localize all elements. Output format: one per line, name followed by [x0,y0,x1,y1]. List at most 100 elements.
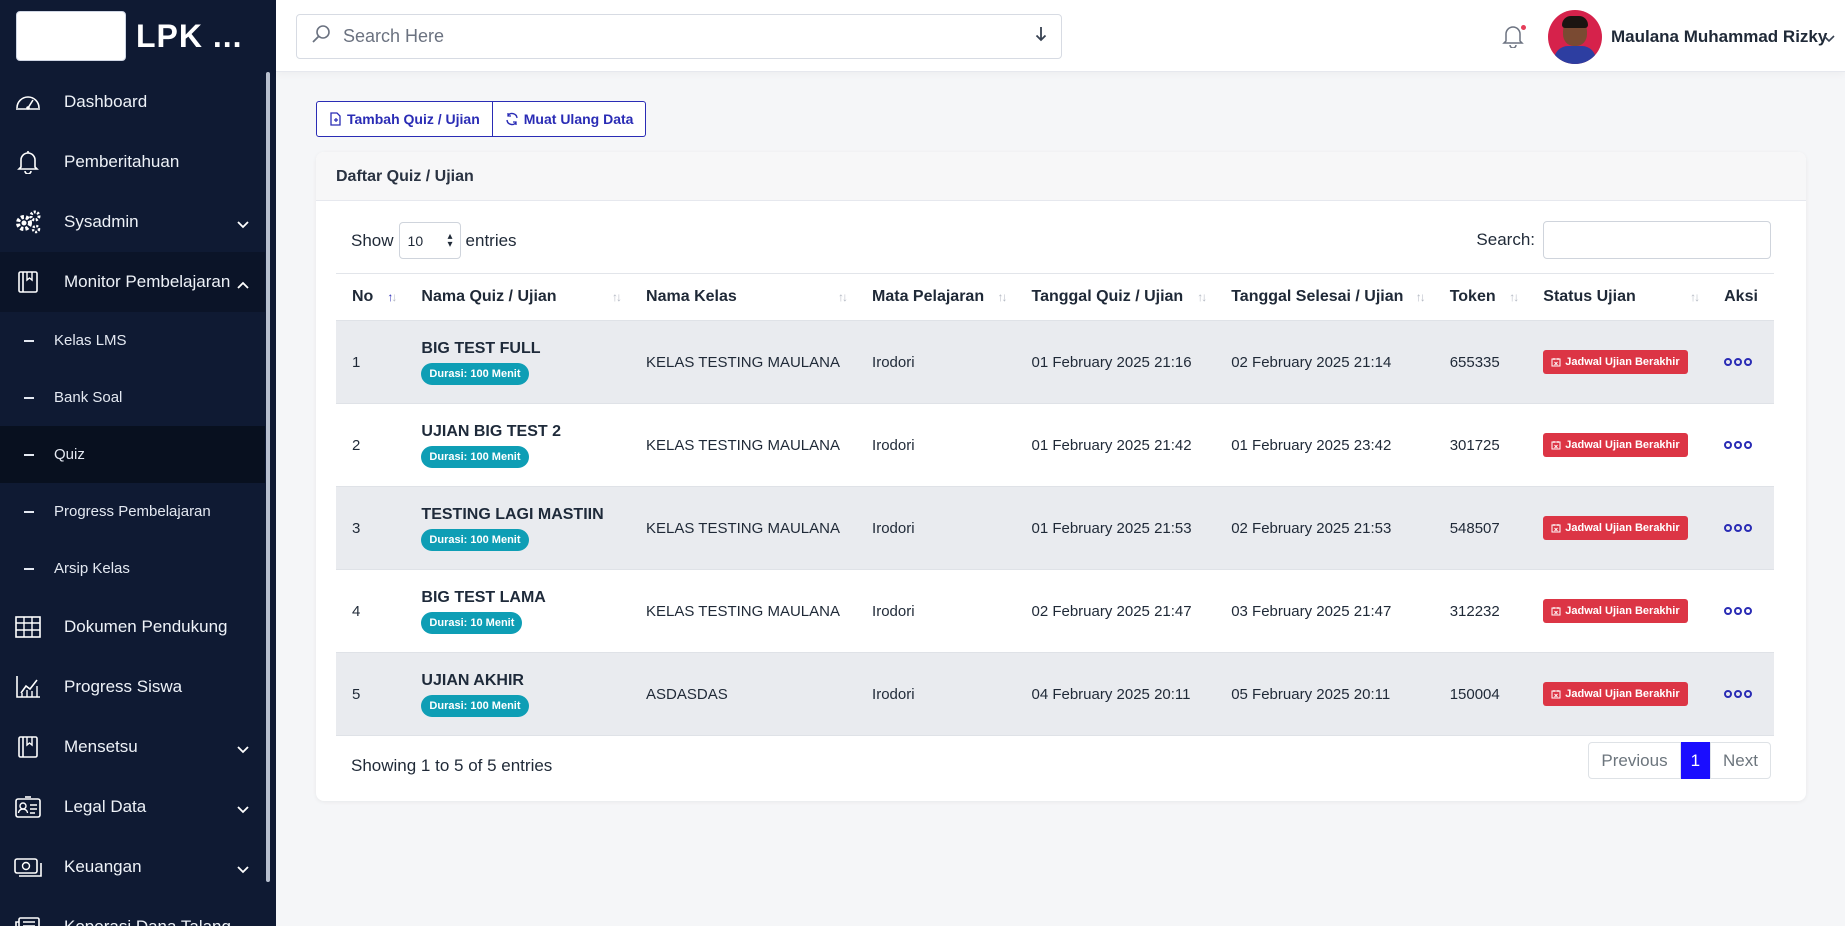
cell-kelas: KELAS TESTING MAULANA [646,353,840,371]
sidebar-item-pemberitahuan[interactable]: Pemberitahuan [0,132,265,192]
chevron-down-icon [237,214,249,234]
sidebar-subitem-arsip-kelas[interactable]: Arsip Kelas [0,540,265,597]
reload-data-button[interactable]: Muat Ulang Data [492,101,647,137]
cell-quiz: TESTING LAGI MASTIIN Durasi: 100 Menit [405,487,630,570]
more-actions-icon[interactable] [1724,358,1758,366]
table-search-input[interactable] [1543,221,1771,259]
sidebar-subitem-progress-pembelajaran[interactable]: Progress Pembelajaran [0,483,265,540]
cell-aksi [1708,653,1774,736]
quiz-name: UJIAN BIG TEST 2 [421,422,561,440]
cell-end: 05 February 2025 20:11 [1231,685,1391,703]
cell-no: 2 [352,436,361,454]
sidebar-subitem-quiz[interactable]: Quiz [0,426,265,483]
sidebar: LPK ... Dashboard Pemberitahuan Sysadmin… [0,0,276,926]
cell-mapel: Irodori [872,353,915,371]
table-row: 1 BIG TEST FULL Durasi: 100 Menit KELAS T… [336,320,1774,404]
quiz-name: UJIAN AKHIR [421,671,524,689]
cell-token: 150004 [1449,685,1500,703]
cell-end: 02 February 2025 21:14 [1231,353,1392,371]
entries-label: entries [465,230,517,250]
brand-logo [16,11,126,61]
sidebar-item-sysadmin[interactable]: Sysadmin [0,192,265,252]
cell-status: Jadwal Ujian Berakhir [1527,653,1708,736]
sidebar-item-legal-data[interactable]: Legal Data [0,777,265,837]
add-quiz-button[interactable]: Tambah Quiz / Ujian [316,101,493,137]
sidebar-scrollbar[interactable] [266,72,270,882]
column-header-mata-pelajaran[interactable]: Mata Pelajaran ↑↓ [856,274,1015,321]
sidebar-item-label: Sysadmin [64,212,139,231]
sidebar-subitem-bank-soal[interactable]: Bank Soal [0,369,265,426]
sidebar-subitem-label: Bank Soal [54,389,123,406]
calendar-x-icon [1551,607,1561,616]
book-icon [14,733,42,761]
sidebar-item-dashboard[interactable]: Dashboard [0,72,265,132]
sidebar-subitem-kelas-lms[interactable]: Kelas LMS [0,312,265,369]
cell-token: 655335 [1449,353,1500,371]
duration-badge: Durasi: 100 Menit [421,362,529,385]
sort-icon: ↑↓ [612,290,622,304]
column-header-no[interactable]: No ↑↓ [336,274,405,321]
status-badge: Jadwal Ujian Berakhir [1543,599,1688,623]
sidebar-item-label: Koperasi Dana Talang [64,917,231,926]
table-search: Search: [1476,221,1771,259]
refresh-icon [506,112,518,126]
book-icon [14,268,42,296]
calendar-x-icon [1551,441,1561,450]
sort-icon: ↑↓ [997,290,1007,304]
cell-kelas: KELAS TESTING MAULANA [646,602,840,620]
quiz-table: No ↑↓ Nama Quiz / Ujian ↑↓ Nama Kelas ↑↓ Ma… [336,273,1774,736]
column-header-status[interactable]: Status Ujian ↑↓ [1527,274,1708,321]
user-name[interactable]: Maulana Muhammad Rizky [1611,27,1827,47]
duration-badge: Durasi: 10 Menit [421,611,523,634]
gears-icon [14,208,42,236]
sidebar-item-label: Keuangan [64,857,142,876]
pagination-previous-button[interactable]: Previous [1588,742,1681,779]
avatar[interactable] [1548,10,1602,64]
sidebar-subitem-label: Kelas LMS [54,332,127,349]
cell-aksi [1708,487,1774,570]
more-actions-icon[interactable] [1724,441,1758,449]
sidebar-item-label: Progress Siswa [64,677,183,696]
notification-dot [1521,25,1526,30]
pagination-page-button[interactable]: 1 [1680,742,1711,779]
column-header-nama-quiz[interactable]: Nama Quiz / Ujian ↑↓ [405,274,630,321]
cell-kelas: KELAS TESTING MAULANA [646,436,840,454]
chevron-down-icon[interactable] [1823,30,1835,48]
cell-token: 312232 [1449,602,1500,620]
sidebar-item-monitor-pembelajaran[interactable]: Monitor Pembelajaran [0,252,265,312]
brand[interactable]: LPK ... [0,0,276,72]
sidebar-item-label: Mensetsu [64,737,138,756]
pagination-next-button[interactable]: Next [1710,742,1771,779]
sidebar-item-keuangan[interactable]: Keuangan [0,837,265,897]
dash-icon [24,510,34,513]
page-size-select[interactable]: 10 ▴ ▾ [398,222,461,259]
chevron-down-icon [237,919,249,926]
status-badge: Jadwal Ujian Berakhir [1543,682,1688,706]
more-actions-icon[interactable] [1724,690,1758,698]
cell-quiz: BIG TEST LAMA Durasi: 10 Menit [405,570,630,653]
column-header-token[interactable]: Token ↑↓ [1434,274,1528,321]
sidebar-item-koperasi-dana-talang[interactable]: Koperasi Dana Talang [0,897,265,926]
column-header-tanggal-selesai[interactable]: Tanggal Selesai / Ujian ↑↓ [1215,274,1433,321]
chart-icon [14,673,42,701]
quiz-name: BIG TEST FULL [421,339,541,357]
search-placeholder: Search Here [343,26,445,46]
add-quiz-label: Tambah Quiz / Ujian [347,111,480,127]
column-header-tanggal-quiz[interactable]: Tanggal Quiz / Ujian ↑↓ [1015,274,1215,321]
cell-mapel: Irodori [872,519,915,537]
cell-no: 5 [352,685,361,703]
sidebar-item-dokumen-pendukung[interactable]: Dokumen Pendukung [0,597,265,657]
sidebar-item-mensetsu[interactable]: Mensetsu [0,717,265,777]
calendar-x-icon [1551,524,1561,533]
more-actions-icon[interactable] [1724,607,1758,615]
notification-bell-icon[interactable] [1502,24,1528,50]
sidebar-item-progress-siswa[interactable]: Progress Siswa [0,657,265,717]
column-header-nama-kelas[interactable]: Nama Kelas ↑↓ [630,274,856,321]
reload-data-label: Muat Ulang Data [523,111,634,127]
cell-status: Jadwal Ujian Berakhir [1527,404,1708,487]
global-search-input[interactable]: Search Here [296,14,1062,59]
arrow-down-icon[interactable] [1035,26,1047,47]
sidebar-subitem-label: Progress Pembelajaran [54,503,211,520]
cell-token: 301725 [1449,436,1500,454]
more-actions-icon[interactable] [1724,524,1758,532]
